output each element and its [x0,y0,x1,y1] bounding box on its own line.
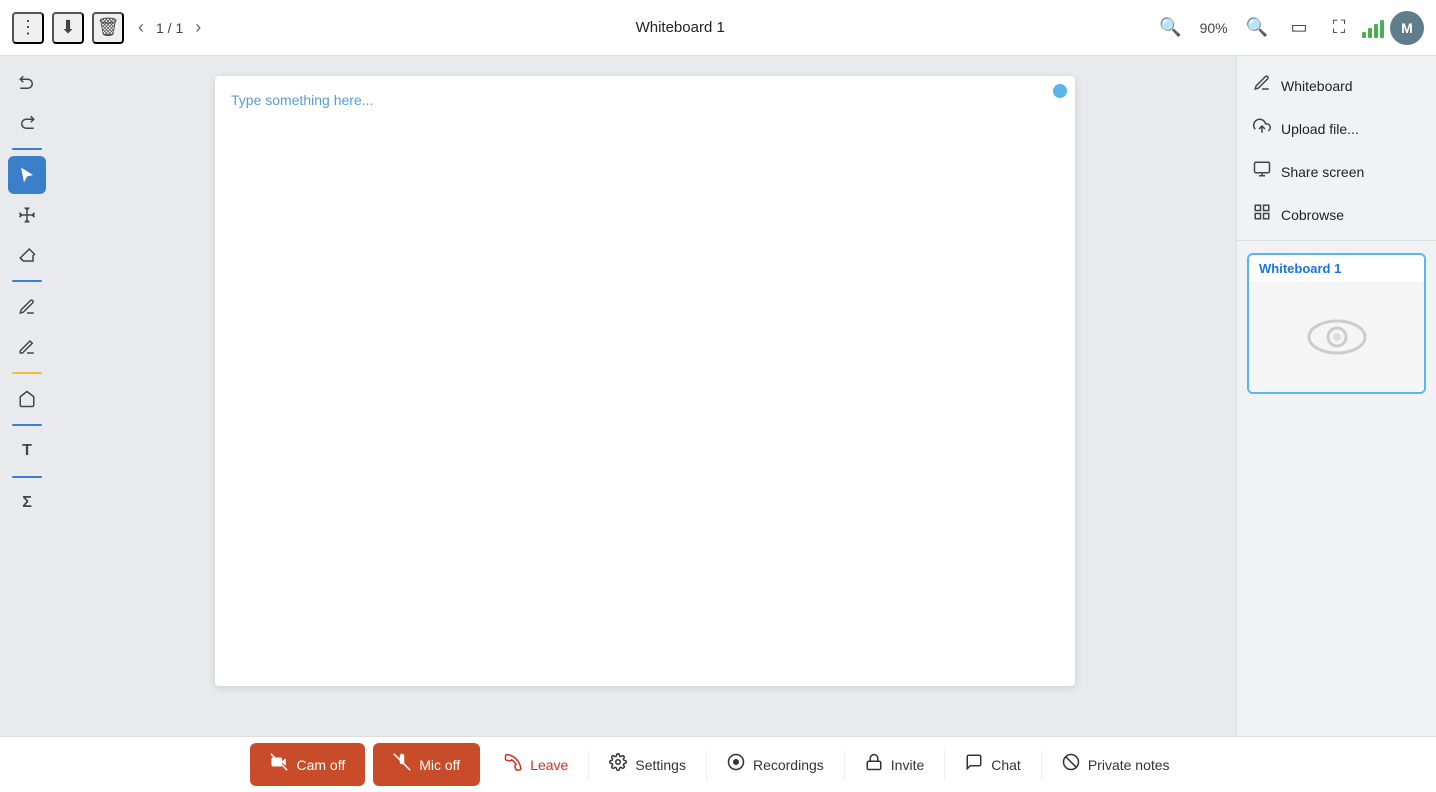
sidebar-item-share-screen[interactable]: Share screen [1237,150,1436,193]
left-toolbar: T Σ [0,56,54,736]
zoom-controls: 🔍 90% 🔍 [1153,15,1274,40]
delete-button[interactable]: 🗑 [92,12,124,44]
recordings-label: Recordings [753,757,824,773]
invite-label: Invite [891,757,924,773]
user-avatar-button[interactable]: M [1390,11,1424,45]
mic-off-button[interactable]: Mic off [373,743,480,786]
sidebar-share-screen-label: Share screen [1281,164,1364,180]
redo-button[interactable] [8,104,46,142]
bottom-toolbar: Cam off Mic off Leave Settings Recording… [0,736,1436,792]
settings-button[interactable]: Settings [589,737,706,792]
private-notes-label: Private notes [1088,757,1170,773]
fullscreen-button[interactable]: ⛶ [1322,11,1356,45]
page-navigation: ‹ 1 / 1 › [132,15,207,40]
whiteboard-thumbnail-card[interactable]: Whiteboard 1 [1247,253,1426,394]
chat-label: Chat [991,757,1021,773]
sidebar-whiteboard-label: Whiteboard [1281,78,1353,94]
right-sidebar: Whiteboard Upload file... Share screen C… [1236,56,1436,736]
highlighter-tool-button[interactable] [8,328,46,366]
mic-off-label: Mic off [419,757,460,773]
share-screen-icon [1253,160,1271,183]
toolbar-divider-3 [12,372,42,374]
whiteboard-card-title: Whiteboard 1 [1249,255,1424,282]
page-info: 1 / 1 [156,20,183,36]
canvas-dot [1053,84,1067,98]
prev-page-button[interactable]: ‹ [132,15,150,40]
sidebar-item-cobrowse[interactable]: Cobrowse [1237,193,1436,236]
select-tool-button[interactable] [8,156,46,194]
whiteboard-canvas[interactable]: Type something here... [215,76,1075,686]
toolbar-divider-2 [12,280,42,282]
sigma-icon: Σ [22,494,32,512]
more-options-button[interactable]: ⋮ [12,12,44,44]
eraser-tool-button[interactable] [8,236,46,274]
toolbar-divider-4 [12,424,42,426]
signal-strength-icon [1362,18,1384,38]
move-tool-button[interactable] [8,196,46,234]
settings-icon [609,753,627,776]
canvas-placeholder[interactable]: Type something here... [231,92,373,108]
top-right-icons: ▭ ⛶ M [1282,11,1424,45]
cam-off-icon [270,753,288,776]
toolbar-divider-5 [12,476,42,478]
canvas-area: Type something here... [54,56,1236,736]
top-toolbar: ⋮ ⬇ 🗑 ‹ 1 / 1 › Whiteboard 1 🔍 90% 🔍 ▭ ⛶… [0,0,1436,56]
chat-icon [965,753,983,776]
private-notes-button[interactable]: Private notes [1042,737,1190,792]
sidebar-item-whiteboard[interactable]: Whiteboard [1237,64,1436,107]
private-notes-icon [1062,753,1080,776]
download-button[interactable]: ⬇ [52,12,84,44]
sidebar-upload-label: Upload file... [1281,121,1359,137]
recordings-icon [727,753,745,776]
text-tool-button[interactable]: T [8,432,46,470]
fit-screen-button[interactable]: ▭ [1282,11,1316,45]
invite-button[interactable]: Invite [845,737,944,792]
upload-icon [1253,117,1271,140]
cam-off-label: Cam off [296,757,345,773]
text-icon: T [22,442,32,460]
eye-preview-icon [1305,315,1369,359]
settings-label: Settings [635,757,686,773]
leave-icon [504,753,522,776]
zoom-level: 90% [1194,20,1234,36]
toolbar-divider-1 [12,148,42,150]
recordings-button[interactable]: Recordings [707,737,844,792]
shapes-tool-button[interactable] [8,380,46,418]
sidebar-divider [1237,240,1436,241]
sidebar-item-upload[interactable]: Upload file... [1237,107,1436,150]
document-title: Whiteboard 1 [215,19,1145,36]
cam-off-button[interactable]: Cam off [250,743,365,786]
zoom-in-button[interactable]: 🔍 [1240,15,1274,40]
pen-tool-button[interactable] [8,288,46,326]
main-area: T Σ Type something here... Whiteboard Up… [0,56,1436,736]
next-page-button[interactable]: › [189,15,207,40]
zoom-out-button[interactable]: 🔍 [1153,15,1187,40]
mic-off-icon [393,753,411,776]
undo-button[interactable] [8,64,46,102]
leave-label: Leave [530,757,568,773]
formula-tool-button[interactable]: Σ [8,484,46,522]
invite-icon [865,753,883,776]
leave-button[interactable]: Leave [484,737,588,792]
chat-button[interactable]: Chat [945,737,1041,792]
pencil-icon [1253,74,1271,97]
whiteboard-card-preview [1249,282,1424,392]
cobrowse-icon [1253,203,1271,226]
sidebar-cobrowse-label: Cobrowse [1281,207,1344,223]
